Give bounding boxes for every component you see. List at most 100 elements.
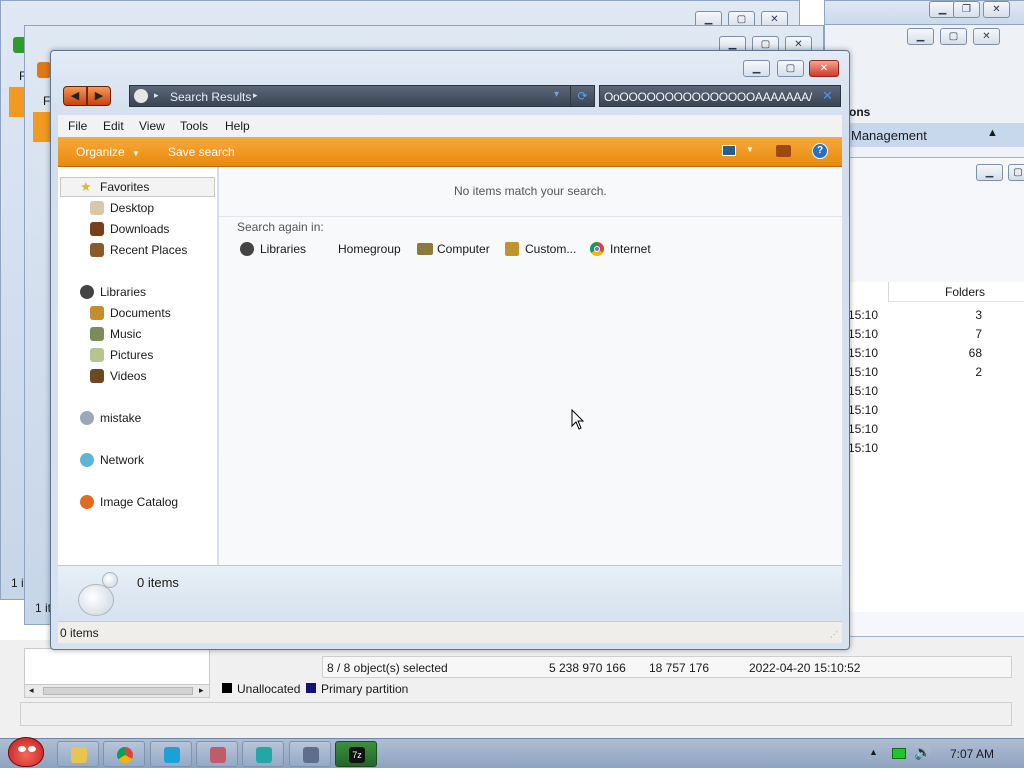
results-pane[interactable]: No items match your search. Search again… [219, 167, 842, 565]
menu-view[interactable]: View [139, 119, 165, 133]
table-row[interactable]: 15:10 [848, 419, 1024, 438]
clear-search-icon[interactable]: ✕ [822, 88, 833, 104]
row-time: 15:10 [848, 308, 879, 322]
maximize-button[interactable]: ▢ [777, 60, 804, 77]
save-search-button[interactable]: Save search [168, 145, 235, 159]
close-button[interactable]: ✕ [809, 60, 839, 77]
scroll-thumb[interactable] [43, 687, 193, 695]
table-row[interactable]: 15:10 [848, 381, 1024, 400]
row-folders: 2 [975, 365, 982, 379]
address-text: Search Results [170, 90, 252, 104]
search-target-homegroup[interactable]: Homegroup [338, 241, 418, 259]
restore-button[interactable]: ❐ [953, 1, 980, 18]
taskbar-7zip[interactable]: 7z [335, 741, 377, 767]
image-catalog-icon [80, 495, 94, 509]
chrome-center-icon [594, 246, 600, 252]
clock[interactable]: 7:07 AM [950, 747, 994, 761]
file-count: 18 757 176 [649, 661, 710, 675]
management-label: Management [851, 128, 927, 143]
computer-icon [417, 243, 433, 255]
dropdown-arrow-icon: ▼ [132, 149, 140, 158]
taskbar-app-3[interactable] [150, 741, 192, 767]
summary-bar: 8 / 8 object(s) selected 5 238 970 166 1… [322, 656, 1012, 678]
preview-pane-icon[interactable] [776, 145, 791, 157]
taskbar-app-4[interactable] [196, 741, 238, 767]
row-folders: 68 [968, 346, 982, 360]
music-icon [90, 327, 104, 341]
collapse-icon[interactable]: ▲ [987, 127, 998, 139]
documents-icon [90, 306, 104, 320]
table-row[interactable]: 15:10 [848, 400, 1024, 419]
scroll-left-icon[interactable]: ◂ [29, 685, 34, 696]
table-row[interactable]: 15:10 2 [848, 362, 1024, 381]
recent-places-icon [90, 243, 104, 257]
search-input[interactable]: OoOOOOOOOOOOOOOOOAAAAAAA/ ✕ [599, 85, 841, 107]
selected-objects: 8 / 8 object(s) selected [327, 661, 448, 675]
table-row[interactable]: 15:10 7 [848, 324, 1024, 343]
horizontal-scrollbar[interactable]: ◂ ▸ [24, 684, 210, 698]
orange-nav-icon [37, 62, 51, 78]
chrome-icon [117, 747, 133, 763]
minimize-button[interactable]: ▁ [743, 60, 770, 77]
search-target-computer[interactable]: Computer [417, 241, 497, 259]
forward-button[interactable]: ▶ [87, 86, 111, 106]
search-results-small-icon [102, 572, 118, 588]
close-button[interactable]: ✕ [983, 1, 1010, 18]
view-icon[interactable] [722, 145, 736, 156]
menu-edit[interactable]: Edit [103, 119, 124, 133]
search-target-internet[interactable]: Internet [590, 241, 670, 259]
column-header-folders[interactable]: Folders [888, 282, 1024, 302]
star-icon: ★ [80, 179, 92, 194]
refresh-button[interactable]: ⟳ [570, 86, 594, 106]
view-dropdown-icon[interactable]: ▼ [746, 145, 754, 154]
scroll-right-icon[interactable]: ▸ [199, 685, 204, 696]
table-row[interactable]: 15:10 3 [848, 305, 1024, 324]
search-target-libraries[interactable]: Libraries [240, 241, 320, 259]
close-button[interactable]: ✕ [973, 28, 1000, 45]
unallocated-swatch [222, 683, 232, 693]
taskbar-chrome[interactable] [103, 741, 145, 767]
volume-icon[interactable]: 🔊 [914, 744, 931, 761]
taskbar-app-5[interactable] [242, 741, 284, 767]
taskbar-explorer[interactable] [57, 741, 99, 767]
minimize-button[interactable]: ▁ [976, 164, 1003, 181]
show-hidden-icons[interactable]: ▲ [869, 747, 878, 757]
paint-app-icon [210, 747, 226, 763]
legend: Unallocated Primary partition [216, 680, 816, 698]
row-time: 15:10 [848, 422, 879, 436]
menu-file[interactable]: File [68, 119, 87, 133]
section-header: ons [849, 105, 871, 119]
table-row[interactable]: 15:10 [848, 438, 1024, 457]
bird-eye-icon [28, 746, 36, 752]
organize-button[interactable]: Organize ▼ [76, 145, 140, 159]
computer-app-icon [303, 747, 319, 763]
menu-help[interactable]: Help [225, 119, 250, 133]
start-button[interactable] [4, 731, 48, 769]
menu-tools[interactable]: Tools [180, 119, 208, 133]
downloads-icon [90, 222, 104, 236]
shield-app-icon [256, 747, 272, 763]
status-bar: 0 items ⋰ [58, 621, 842, 643]
address-bar[interactable]: ▸ Search Results ▸ ▾ ⟳ [129, 85, 595, 107]
maximize-button[interactable]: ▢ [1008, 164, 1024, 181]
minimize-button[interactable]: ▁ [907, 28, 934, 45]
table-row[interactable]: 15:10 68 [848, 343, 1024, 362]
battery-icon[interactable] [892, 748, 906, 759]
search-target-custom[interactable]: Custom... [505, 241, 585, 259]
libraries-icon [80, 285, 94, 299]
resize-grip-icon[interactable]: ⋰ [830, 630, 838, 639]
maximize-button[interactable]: ▢ [940, 28, 967, 45]
minimize-button[interactable]: ▁ [929, 1, 956, 18]
row-time: 15:10 [848, 365, 879, 379]
taskbar-app-6[interactable] [289, 741, 331, 767]
folder-icon [71, 747, 87, 763]
back-button[interactable]: ◀ [63, 86, 87, 106]
address-dropdown-icon[interactable]: ▾ [554, 89, 559, 100]
management-panel[interactable]: Management ▲ [849, 123, 1024, 147]
menu-bar: File Edit View Tools Help [58, 115, 842, 137]
timestamp: 2022-04-20 15:10:52 [749, 661, 861, 675]
help-icon[interactable]: ? [812, 143, 828, 159]
desktop-icon [90, 201, 104, 215]
breadcrumb-chevron-icon: ▸ [253, 90, 258, 100]
orange-strip [33, 112, 51, 142]
